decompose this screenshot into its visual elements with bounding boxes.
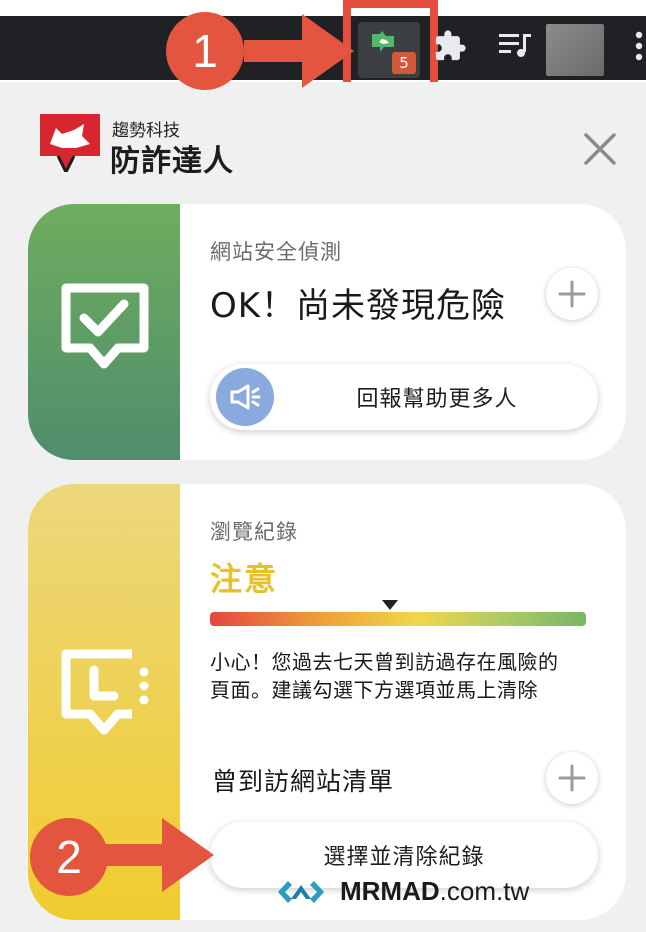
report-button[interactable]: 回報幫助更多人 — [210, 364, 598, 430]
mrmad-watermark: MRMAD.com.tw — [276, 876, 529, 907]
avatar[interactable] — [546, 24, 604, 76]
site-safety-expand-button[interactable] — [546, 268, 598, 320]
plus-icon — [558, 280, 586, 308]
puzzle-icon[interactable] — [432, 28, 468, 64]
step-2-arrow — [104, 818, 214, 892]
risk-gauge — [210, 612, 586, 626]
risk-gauge-pointer — [382, 600, 399, 610]
history-warning-text: 小心！您過去七天曾到訪過存在風險的頁面。建議勾選下方選項並馬上清除 — [210, 650, 559, 702]
clear-history-button-label: 選擇並清除紀錄 — [323, 845, 485, 870]
plus-icon — [558, 764, 586, 792]
history-status: 注意 — [210, 560, 279, 598]
mrmad-logo — [278, 880, 324, 903]
megaphone-icon — [216, 368, 274, 426]
step-1-marker: 1 — [166, 12, 244, 90]
step-1-arrow — [244, 14, 354, 88]
visited-sites-list-title: 曾到訪網站清單 — [212, 767, 395, 796]
shield-check-icon — [61, 283, 149, 369]
site-safety-side — [28, 204, 180, 460]
watermark-brand: MRMAD — [340, 876, 440, 906]
watermark-domain: .com.tw — [439, 876, 530, 906]
close-icon[interactable] — [580, 132, 620, 172]
report-button-label: 回報幫助更多人 — [356, 387, 518, 412]
more-menu-icon[interactable] — [632, 28, 646, 64]
history-label: 瀏覽紀錄 — [210, 520, 298, 544]
site-safety-label: 網站安全偵測 — [210, 240, 342, 264]
trend-fraud-buster-logo — [40, 114, 100, 172]
site-safety-status: OK！尚未發現危險 — [210, 286, 507, 326]
visited-sites-expand-button[interactable] — [546, 752, 598, 804]
brand-title: 防詐達人 — [110, 144, 234, 179]
clock-alert-icon — [61, 649, 149, 735]
playlist-icon[interactable] — [496, 28, 534, 62]
step-2-marker: 2 — [30, 818, 108, 896]
